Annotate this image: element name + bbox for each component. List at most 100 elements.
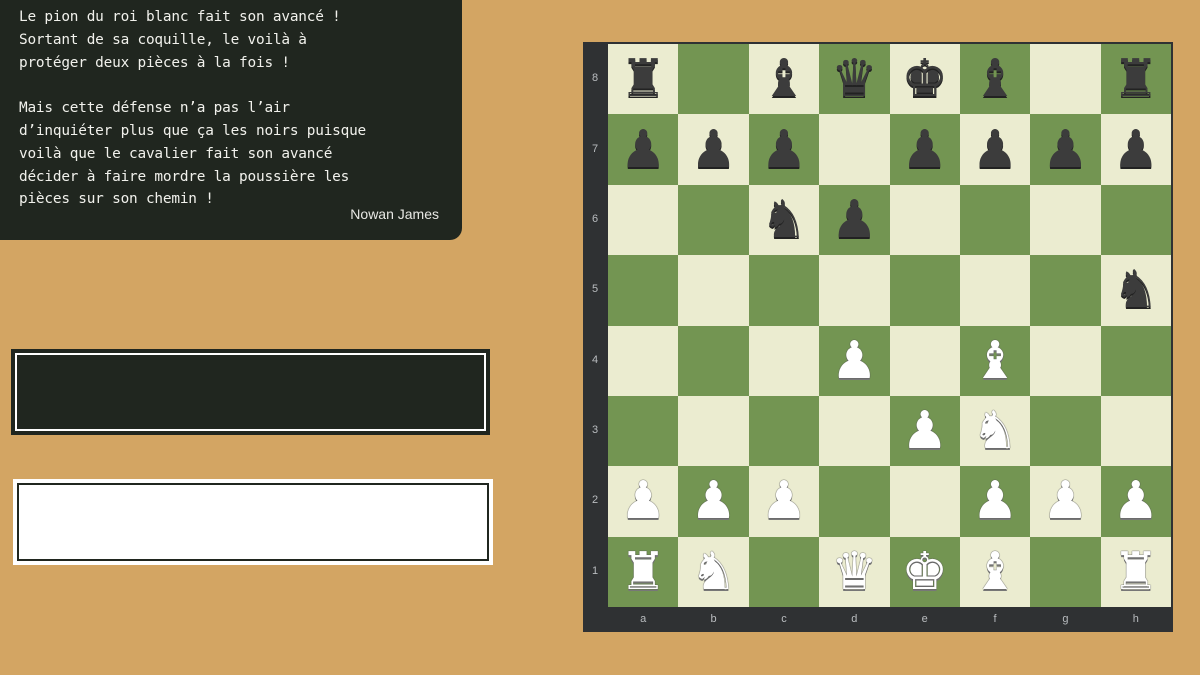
square-a1[interactable]: ♜ bbox=[608, 536, 679, 607]
square-e7[interactable]: ♟ bbox=[889, 114, 960, 185]
square-c7[interactable]: ♟ bbox=[748, 114, 820, 185]
black-bishop-icon[interactable]: ♝ bbox=[761, 53, 808, 105]
square-e6[interactable] bbox=[889, 184, 960, 256]
square-h7[interactable]: ♟ bbox=[1100, 114, 1171, 185]
square-b4[interactable] bbox=[678, 325, 749, 396]
white-rook-icon[interactable]: ♜ bbox=[1113, 546, 1160, 598]
square-a3[interactable] bbox=[608, 395, 679, 467]
square-e2[interactable] bbox=[889, 466, 960, 537]
square-b1[interactable]: ♞ bbox=[678, 536, 749, 607]
square-g6[interactable] bbox=[1030, 184, 1101, 256]
square-h4[interactable] bbox=[1100, 325, 1171, 396]
square-f3[interactable]: ♞ bbox=[959, 395, 1031, 467]
square-b5[interactable] bbox=[678, 255, 749, 326]
chess-board[interactable]: ♜ ♝ ♛ ♚ ♝ ♜ ♟ ♟ ♟ ♟ ♟ ♟ ♟ ♞ ♟ ♞ ♟ ♝ ♟ ♞ ♟ ♟ ♟ ♟ ♟ ♟ ♜ ♞ ♛ ♚ ♝ ♜ bbox=[608, 44, 1171, 607]
square-d4[interactable]: ♟ bbox=[819, 325, 890, 396]
black-king-icon[interactable]: ♚ bbox=[901, 53, 948, 105]
square-e5[interactable] bbox=[889, 255, 960, 326]
white-king-icon[interactable]: ♚ bbox=[901, 546, 948, 598]
white-pawn-icon[interactable]: ♟ bbox=[620, 475, 667, 527]
square-g8[interactable] bbox=[1030, 44, 1101, 115]
black-knight-icon[interactable]: ♞ bbox=[761, 194, 808, 246]
square-a2[interactable]: ♟ bbox=[608, 466, 679, 537]
black-pawn-icon[interactable]: ♟ bbox=[972, 124, 1019, 176]
white-rook-icon[interactable]: ♜ bbox=[620, 546, 667, 598]
square-g7[interactable]: ♟ bbox=[1030, 114, 1101, 185]
black-pawn-icon[interactable]: ♟ bbox=[1113, 124, 1160, 176]
square-f6[interactable] bbox=[959, 184, 1031, 256]
square-f7[interactable]: ♟ bbox=[959, 114, 1031, 185]
square-h2[interactable]: ♟ bbox=[1100, 466, 1171, 537]
square-d8[interactable]: ♛ bbox=[819, 44, 890, 115]
white-knight-icon[interactable]: ♞ bbox=[972, 405, 1019, 457]
square-f8[interactable]: ♝ bbox=[959, 44, 1031, 115]
black-bishop-icon[interactable]: ♝ bbox=[972, 53, 1019, 105]
black-pawn-icon[interactable]: ♟ bbox=[620, 124, 667, 176]
white-pawn-icon[interactable]: ♟ bbox=[1042, 475, 1089, 527]
square-b8[interactable] bbox=[678, 44, 749, 115]
white-pawn-icon[interactable]: ♟ bbox=[1113, 475, 1160, 527]
square-f5[interactable] bbox=[959, 255, 1031, 326]
square-b6[interactable] bbox=[678, 184, 749, 256]
black-pawn-icon[interactable]: ♟ bbox=[690, 124, 737, 176]
square-d6[interactable]: ♟ bbox=[819, 184, 890, 256]
square-e8[interactable]: ♚ bbox=[889, 44, 960, 115]
square-a4[interactable] bbox=[608, 325, 679, 396]
black-pawn-icon[interactable]: ♟ bbox=[831, 194, 878, 246]
square-g2[interactable]: ♟ bbox=[1030, 466, 1101, 537]
black-rook-icon[interactable]: ♜ bbox=[620, 53, 667, 105]
square-a6[interactable] bbox=[608, 184, 679, 256]
square-e4[interactable] bbox=[889, 325, 960, 396]
white-pawn-icon[interactable]: ♟ bbox=[901, 405, 948, 457]
square-g1[interactable] bbox=[1030, 536, 1101, 607]
square-e1[interactable]: ♚ bbox=[889, 536, 960, 607]
square-h3[interactable] bbox=[1100, 395, 1171, 467]
white-pawn-icon[interactable]: ♟ bbox=[761, 475, 808, 527]
square-a8[interactable]: ♜ bbox=[608, 44, 679, 115]
white-pawn-icon[interactable]: ♟ bbox=[690, 475, 737, 527]
square-g3[interactable] bbox=[1030, 395, 1101, 467]
square-c6[interactable]: ♞ bbox=[748, 184, 820, 256]
square-d5[interactable] bbox=[819, 255, 890, 326]
rank-label: 1 bbox=[591, 564, 599, 577]
square-c3[interactable] bbox=[748, 395, 820, 467]
square-b2[interactable]: ♟ bbox=[678, 466, 749, 537]
square-d3[interactable] bbox=[819, 395, 890, 467]
white-knight-icon[interactable]: ♞ bbox=[690, 546, 737, 598]
black-pawn-icon[interactable]: ♟ bbox=[901, 124, 948, 176]
square-d2[interactable] bbox=[819, 466, 890, 537]
square-a5[interactable] bbox=[608, 255, 679, 326]
black-knight-icon[interactable]: ♞ bbox=[1113, 264, 1160, 316]
square-c1[interactable] bbox=[748, 536, 820, 607]
square-e3[interactable]: ♟ bbox=[889, 395, 960, 467]
square-b7[interactable]: ♟ bbox=[678, 114, 749, 185]
square-c8[interactable]: ♝ bbox=[748, 44, 820, 115]
square-g4[interactable] bbox=[1030, 325, 1101, 396]
square-b3[interactable] bbox=[678, 395, 749, 467]
square-c2[interactable]: ♟ bbox=[748, 466, 820, 537]
square-a7[interactable]: ♟ bbox=[608, 114, 679, 185]
white-pawn-icon[interactable]: ♟ bbox=[831, 335, 878, 387]
square-g5[interactable] bbox=[1030, 255, 1101, 326]
black-rook-icon[interactable]: ♜ bbox=[1113, 53, 1160, 105]
square-d7[interactable] bbox=[819, 114, 890, 185]
square-f2[interactable]: ♟ bbox=[959, 466, 1031, 537]
square-h1[interactable]: ♜ bbox=[1100, 536, 1171, 607]
rank-label: 5 bbox=[591, 283, 599, 296]
white-bishop-icon[interactable]: ♝ bbox=[972, 335, 1019, 387]
square-d1[interactable]: ♛ bbox=[819, 536, 890, 607]
white-pawn-icon[interactable]: ♟ bbox=[972, 475, 1019, 527]
black-pawn-icon[interactable]: ♟ bbox=[761, 124, 808, 176]
white-queen-icon[interactable]: ♛ bbox=[831, 546, 878, 598]
square-c5[interactable] bbox=[748, 255, 820, 326]
black-pawn-icon[interactable]: ♟ bbox=[1042, 124, 1089, 176]
square-f1[interactable]: ♝ bbox=[959, 536, 1031, 607]
square-c4[interactable] bbox=[748, 325, 820, 396]
square-h6[interactable] bbox=[1100, 184, 1171, 256]
white-bishop-icon[interactable]: ♝ bbox=[972, 546, 1019, 598]
square-h5[interactable]: ♞ bbox=[1100, 255, 1171, 326]
square-h8[interactable]: ♜ bbox=[1100, 44, 1171, 115]
black-queen-icon[interactable]: ♛ bbox=[831, 53, 878, 105]
square-f4[interactable]: ♝ bbox=[959, 325, 1031, 396]
white-player-box bbox=[13, 479, 493, 565]
